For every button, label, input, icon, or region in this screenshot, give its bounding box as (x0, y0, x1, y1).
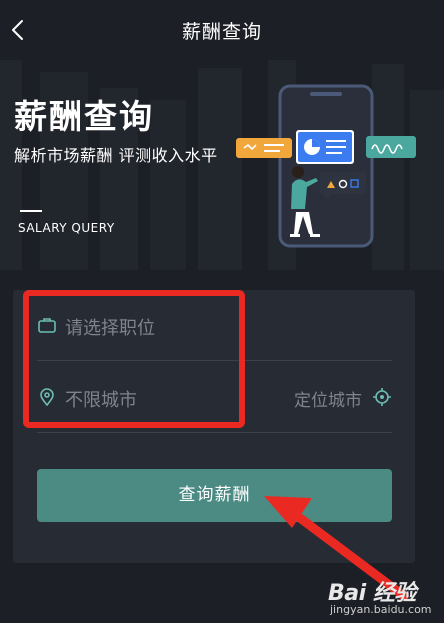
hero-banner: 薪酬查询 解析市场薪酬 评测收入水平 SALARY QUERY (0, 60, 444, 270)
crosshair-icon[interactable] (372, 387, 392, 407)
hero-english-label: SALARY QUERY (18, 221, 115, 235)
divider (20, 210, 42, 212)
hero-title: 薪酬查询 (14, 97, 154, 136)
hero-subtitle: 解析市场薪酬 评测收入水平 (14, 146, 218, 165)
nav-bar: 薪酬查询 (0, 0, 444, 60)
city-select-row[interactable]: 不限城市 定位城市 (37, 362, 392, 433)
city-select-value[interactable]: 不限城市 (65, 386, 137, 412)
page-title: 薪酬查询 (181, 21, 262, 43)
query-form-card: 请选择职位 不限城市 定位城市 查询薪酬 (13, 290, 415, 563)
job-select-placeholder[interactable]: 请选择职位 (65, 314, 155, 340)
job-select-row[interactable]: 请选择职位 (37, 290, 392, 361)
location-pin-icon (40, 388, 54, 407)
query-salary-button[interactable]: 查询薪酬 (37, 469, 392, 522)
phone-illustration (236, 84, 416, 248)
watermark-url: jingyan.baidu.com (330, 603, 432, 616)
locate-city-button[interactable]: 定位城市 (294, 386, 362, 411)
salary-query-page: 薪酬查询 薪酬查询 解析市场薪酬 评测收入水平 SALARY QUERY 请选择… (0, 0, 444, 623)
briefcase-icon (38, 318, 56, 333)
baidu-watermark: Bai 经验 jingyan.baidu.com (328, 575, 438, 619)
